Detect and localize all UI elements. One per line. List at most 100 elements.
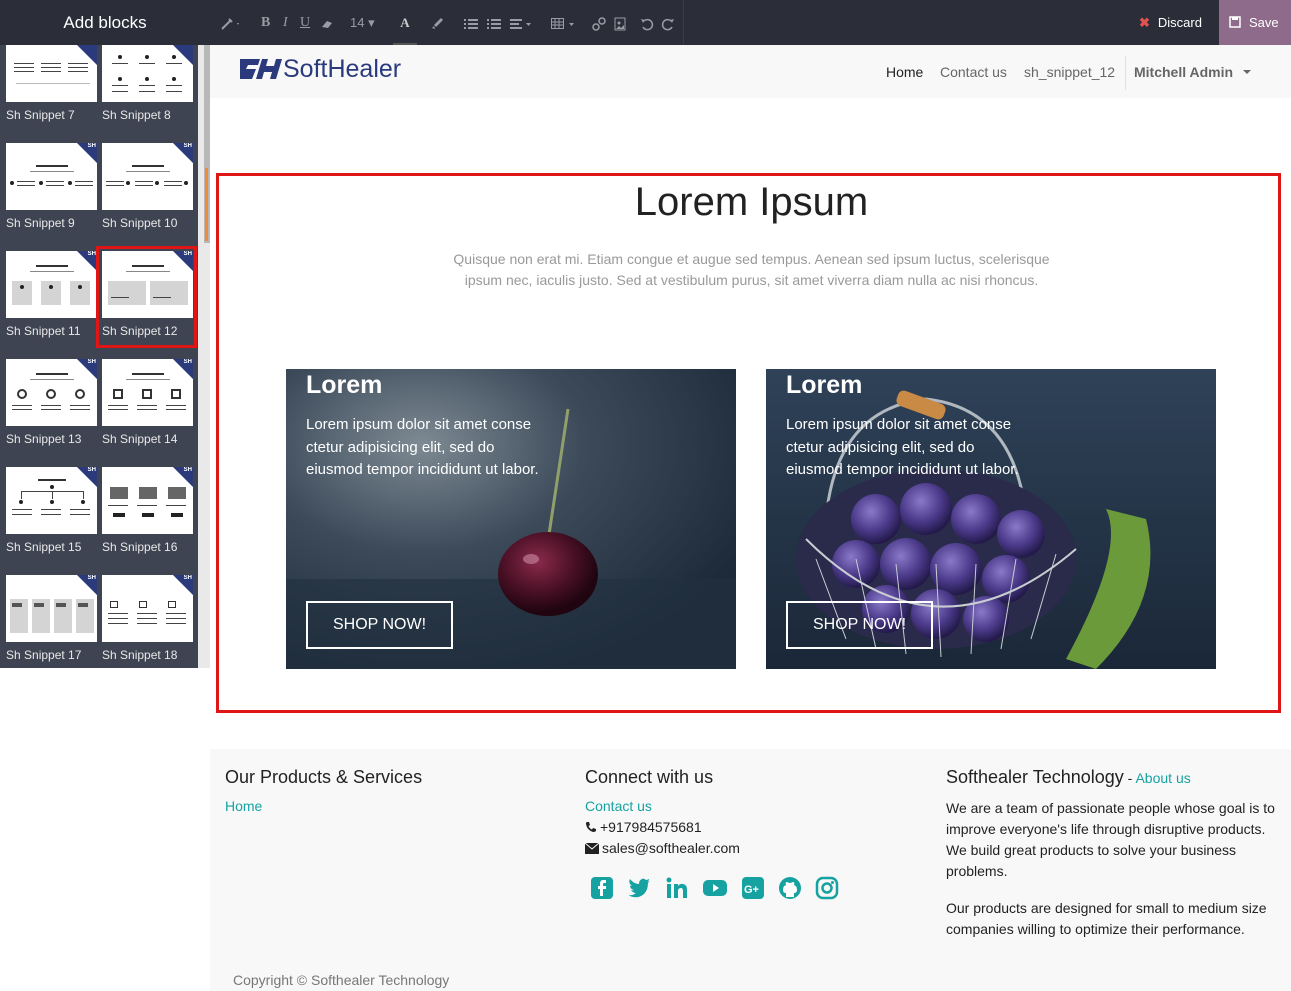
about-paragraph: We are a team of passionate people whose…: [946, 800, 1275, 879]
nav-snippet-link[interactable]: sh_snippet_12: [1024, 64, 1115, 80]
bullet-list-button[interactable]: [464, 0, 478, 45]
google-plus-icon[interactable]: G+: [741, 876, 765, 900]
snippet-item[interactable]: SH Sh Snippet 18: [102, 575, 193, 662]
bullet-list-icon: [464, 18, 478, 29]
discard-label: Discard: [1157, 15, 1202, 30]
snippet-item[interactable]: SH Sh Snippet 16: [102, 467, 193, 554]
snippet-thumbnail: SH: [102, 575, 193, 642]
section-lead: Quisque non erat mi. Etiam congue et aug…: [453, 251, 1050, 288]
save-button[interactable]: Save: [1219, 0, 1291, 45]
eraser-icon: [322, 20, 332, 28]
linkedin-icon[interactable]: [665, 876, 689, 900]
snippet-item[interactable]: Sh Snippet 8: [102, 45, 193, 122]
softhealer-logo[interactable]: SoftHealer: [240, 53, 415, 83]
toolbar-divider: [683, 0, 684, 45]
close-icon: ✖: [1139, 15, 1150, 30]
footer-contact-link[interactable]: Contact us: [585, 798, 652, 814]
snippet-label: Sh Snippet 15: [6, 540, 82, 554]
company-name: Softhealer Technology: [946, 767, 1124, 787]
shop-now-button[interactable]: SHOP NOW!: [306, 601, 453, 649]
phone-number: +917984575681: [600, 819, 702, 835]
magic-wand-dropdown[interactable]: [220, 0, 242, 45]
card-text: Lorem ipsum dolor sit amet conse ctetur …: [786, 416, 1019, 478]
snippet-label: Sh Snippet 16: [102, 540, 178, 554]
undo-button[interactable]: [640, 0, 654, 45]
product-card: Lorem Lorem ipsum dolor sit amet conse c…: [286, 369, 736, 669]
table-icon: [551, 17, 574, 29]
email-address[interactable]: sales@softhealer.com: [602, 840, 740, 856]
shop-now-button[interactable]: SHOP NOW!: [786, 601, 933, 649]
snippet-thumbnail: SH: [6, 251, 97, 318]
snippet-thumbnail: SH: [102, 467, 193, 534]
font-size-value: 14: [350, 15, 365, 30]
snippet-thumbnail: SH: [102, 359, 193, 426]
snippet-label: Sh Snippet 17: [6, 648, 82, 662]
add-blocks-title: Add blocks: [0, 0, 210, 45]
twitter-icon[interactable]: [627, 876, 651, 900]
heading-separator: -: [1123, 770, 1136, 786]
eraser-button[interactable]: [320, 0, 334, 45]
paint-brush-icon: [432, 17, 443, 29]
snippet-item[interactable]: SH Sh Snippet 10: [102, 143, 193, 230]
snippet-item[interactable]: SH Sh Snippet 15: [6, 467, 97, 554]
copyright: Copyright © Softhealer Technology: [233, 972, 450, 988]
snippet-item[interactable]: SH Sh Snippet 11: [6, 251, 97, 338]
snippet-item[interactable]: SH Sh Snippet 9: [6, 143, 97, 230]
add-blocks-panel: Add blocks Sh Snippet 7 Sh Snippet 8 SH …: [0, 0, 210, 991]
github-icon[interactable]: [778, 876, 802, 900]
phone-icon: [586, 822, 596, 832]
paint-brush-button[interactable]: [430, 0, 444, 45]
footer-home-link[interactable]: Home: [225, 798, 262, 814]
table-dropdown[interactable]: [551, 0, 577, 45]
nav-divider: [1125, 56, 1126, 90]
snippet-thumbnail: SH: [6, 359, 97, 426]
bold-button[interactable]: B: [261, 0, 270, 45]
connect-heading: Connect with us: [585, 767, 714, 787]
email-line: sales@softhealer.com: [584, 840, 740, 856]
facebook-icon[interactable]: [590, 876, 614, 900]
link-button[interactable]: [592, 0, 606, 45]
company-heading: Softhealer Technology - About us: [946, 767, 1191, 788]
snippet-label: Sh Snippet 7: [6, 108, 75, 122]
snippet-item[interactable]: SH Sh Snippet 13: [6, 359, 97, 446]
instagram-icon[interactable]: [815, 876, 839, 900]
envelope-icon: [584, 842, 600, 854]
youtube-icon[interactable]: [703, 876, 727, 900]
nav-home-link[interactable]: Home: [886, 64, 923, 80]
font-color-button[interactable]: A: [393, 0, 417, 45]
about-us-link[interactable]: About us: [1135, 770, 1190, 786]
caret-down-icon[interactable]: [1243, 70, 1251, 74]
italic-button[interactable]: I: [283, 0, 288, 45]
snippet-item[interactable]: SH Sh Snippet 14: [102, 359, 193, 446]
file-image-icon: [614, 17, 626, 31]
snippet-item[interactable]: Sh Snippet 7: [6, 45, 97, 122]
snippet-label: Sh Snippet 12: [102, 324, 178, 338]
snippet-thumbnail: SH: [6, 467, 97, 534]
snippet-item[interactable]: SH Sh Snippet 12: [102, 251, 193, 338]
snippet-thumbnail: SH: [6, 143, 97, 210]
align-dropdown[interactable]: [510, 0, 532, 45]
snippet-label: Sh Snippet 14: [102, 432, 178, 446]
site-navbar: SoftHealer Home Contact us sh_snippet_12…: [210, 45, 1291, 98]
snippet-thumbnail: [102, 45, 193, 102]
snippet-thumbnail: SH: [102, 143, 193, 210]
snippet-thumbnail: SH: [6, 575, 97, 642]
product-card: Lorem Lorem ipsum dolor sit amet conse c…: [766, 369, 1216, 669]
user-menu[interactable]: Mitchell Admin: [1134, 64, 1233, 80]
redo-button[interactable]: [661, 0, 675, 45]
section-title: Lorem Ipsum: [634, 180, 869, 224]
floppy-disk-icon: [1229, 16, 1241, 28]
underline-button[interactable]: U: [300, 0, 310, 45]
font-size-dropdown[interactable]: 14 ▾: [350, 0, 375, 45]
logo-graphic: SoftHealer: [240, 55, 401, 83]
discard-button[interactable]: ✖ Discard: [1127, 0, 1219, 45]
snippet-thumbnail: SH: [102, 251, 193, 318]
website-editor: Add blocks Sh Snippet 7 Sh Snippet 8 SH …: [0, 0, 1291, 991]
image-button[interactable]: [614, 0, 626, 45]
card-title: Lorem: [306, 371, 383, 399]
numbered-list-button[interactable]: [487, 0, 501, 45]
snippet-thumbnail: [6, 45, 97, 102]
snippet-item[interactable]: SH Sh Snippet 17: [6, 575, 97, 662]
phone-line: +917984575681: [585, 819, 702, 835]
nav-contact-link[interactable]: Contact us: [940, 64, 1007, 80]
